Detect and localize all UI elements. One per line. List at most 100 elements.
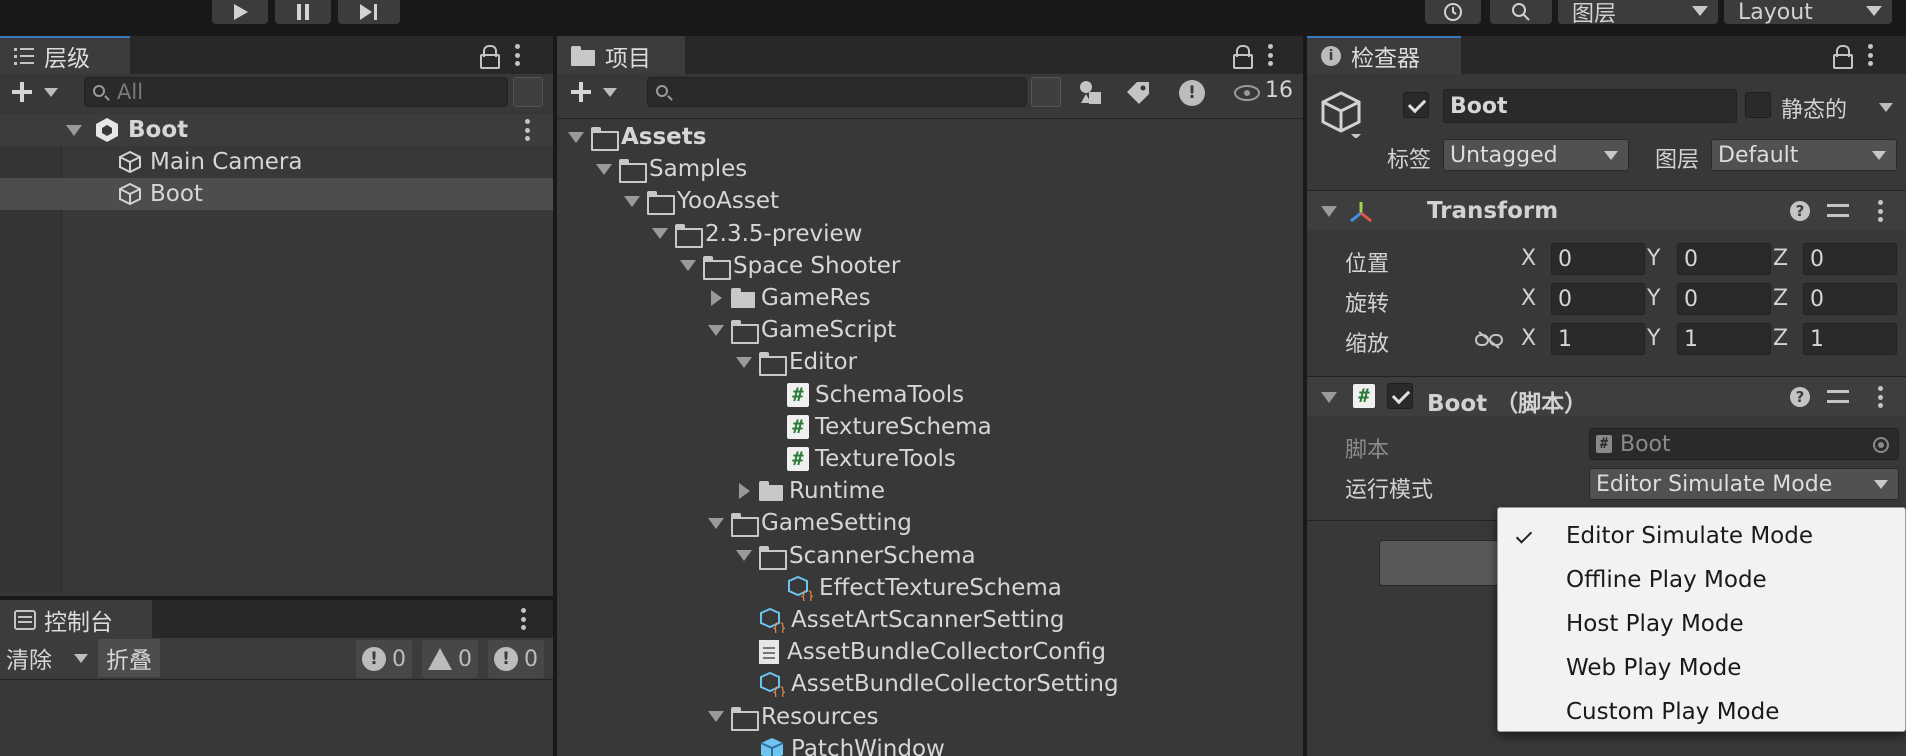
x-axis-label[interactable]: X [1521, 246, 1536, 271]
expand-arrow-icon[interactable] [593, 163, 615, 175]
expand-arrow-icon[interactable] [705, 517, 727, 529]
layout-dropdown[interactable]: Layout [1724, 0, 1892, 25]
menu-item[interactable]: Custom Play Mode [1498, 692, 1905, 732]
chevron-down-icon[interactable] [1879, 103, 1893, 112]
clear-button[interactable]: 清除 [6, 638, 52, 678]
transform-header[interactable]: Transform ? [1307, 190, 1906, 230]
rotation-y-field[interactable]: 0 [1677, 283, 1771, 315]
x-axis-label[interactable]: X [1521, 286, 1536, 311]
lock-icon[interactable] [480, 45, 500, 69]
tab-project[interactable]: 项目 [557, 36, 685, 74]
tree-item[interactable]: GameScript [705, 314, 896, 346]
more-options-icon[interactable] [1877, 200, 1883, 222]
expand-arrow-icon[interactable] [565, 131, 587, 143]
expand-arrow-icon[interactable] [705, 711, 727, 723]
warning-count-toggle[interactable]: 0 [422, 640, 478, 678]
y-axis-label[interactable]: Y [1647, 286, 1660, 311]
history-button[interactable] [1425, 0, 1481, 24]
more-options-icon[interactable] [1267, 44, 1273, 66]
expand-arrow-icon[interactable] [1321, 206, 1337, 217]
tree-item[interactable]: {} EffectTextureSchema [761, 572, 1062, 604]
expand-arrow-icon[interactable] [733, 356, 755, 368]
scale-y-field[interactable]: 1 [1677, 323, 1771, 355]
position-z-field[interactable]: 0 [1803, 243, 1897, 275]
tree-item[interactable]: {} AssetArtScannerSetting [733, 604, 1065, 636]
tag-dropdown[interactable]: Untagged [1443, 139, 1629, 171]
add-object-button[interactable] [12, 82, 32, 102]
presets-icon[interactable] [1827, 387, 1849, 407]
expand-arrow-icon[interactable] [621, 195, 643, 207]
tree-item[interactable]: Samples [593, 153, 747, 185]
tree-item[interactable]: AssetBundleCollectorConfig [733, 636, 1106, 668]
info-count-toggle[interactable]: ! 0 [356, 640, 412, 678]
chevron-down-icon[interactable] [44, 88, 58, 97]
object-name-field[interactable]: Boot [1443, 89, 1737, 123]
pause-button[interactable] [275, 0, 331, 24]
menu-item[interactable]: Offline Play Mode [1498, 560, 1905, 600]
tab-hierarchy[interactable]: 层级 [0, 36, 130, 74]
rotation-z-field[interactable]: 0 [1803, 283, 1897, 315]
tree-item[interactable]: # SchemaTools [761, 379, 964, 411]
tab-inspector[interactable]: i 检查器 [1307, 36, 1461, 74]
scene-row[interactable]: Boot [0, 114, 553, 146]
scale-z-field[interactable]: 1 [1803, 323, 1897, 355]
link-icon[interactable] [1475, 331, 1503, 349]
expand-arrow-icon[interactable] [1321, 392, 1337, 403]
list-item-selected[interactable]: Boot [0, 178, 553, 210]
help-icon[interactable]: ? [1790, 201, 1810, 221]
menu-item[interactable]: Web Play Mode [1498, 648, 1905, 688]
tree-item[interactable]: Assets [565, 121, 706, 153]
tree-item[interactable]: GameSetting [705, 507, 912, 539]
z-axis-label[interactable]: Z [1773, 326, 1788, 351]
scale-x-field[interactable]: 1 [1551, 323, 1645, 355]
expand-arrow-icon[interactable] [677, 260, 699, 272]
layer-dropdown[interactable]: Default [1711, 139, 1897, 171]
tree-item[interactable]: 2.3.5-preview [649, 218, 863, 250]
tree-item[interactable]: Runtime [733, 475, 885, 507]
chevron-down-icon[interactable] [74, 654, 88, 663]
menu-item[interactable]: Editor Simulate Mode [1498, 516, 1905, 556]
rotation-x-field[interactable]: 0 [1551, 283, 1645, 315]
z-axis-label[interactable]: Z [1773, 286, 1788, 311]
tab-console[interactable]: 控制台 [0, 600, 152, 638]
tree-item[interactable]: # TextureSchema [761, 411, 992, 443]
static-checkbox[interactable] [1745, 92, 1771, 118]
active-checkbox[interactable] [1403, 92, 1429, 118]
search-button[interactable] [1490, 0, 1552, 24]
create-asset-button[interactable] [571, 82, 591, 102]
chevron-down-icon[interactable] [603, 88, 617, 97]
step-button[interactable] [338, 0, 400, 24]
play-mode-dropdown[interactable]: Editor Simulate Mode [1589, 468, 1899, 500]
presets-icon[interactable] [1827, 201, 1849, 221]
collapse-arrow-icon[interactable] [705, 290, 727, 306]
eye-icon[interactable] [1233, 82, 1261, 104]
project-search-input[interactable] [647, 77, 1027, 107]
list-item[interactable]: Main Camera [0, 146, 553, 178]
gameobject-icon[interactable] [1321, 90, 1365, 138]
tree-item[interactable]: Editor [733, 346, 857, 378]
more-options-icon[interactable] [1867, 44, 1873, 66]
y-axis-label[interactable]: Y [1647, 326, 1660, 351]
more-options-icon[interactable] [524, 119, 530, 141]
position-x-field[interactable]: 0 [1551, 243, 1645, 275]
scene-visibility-button[interactable] [513, 77, 543, 107]
warning-filter-icon[interactable]: ! [1179, 80, 1205, 106]
expand-arrow-icon[interactable] [649, 228, 671, 240]
script-component-header[interactable]: # Boot （脚本） ? [1307, 376, 1906, 417]
tree-item[interactable]: Resources [705, 701, 878, 733]
z-axis-label[interactable]: Z [1773, 246, 1788, 271]
more-options-icon[interactable] [1877, 386, 1883, 408]
filter-by-type-icon[interactable] [1077, 79, 1105, 107]
play-button[interactable] [212, 0, 268, 24]
tree-item[interactable]: YooAsset [621, 185, 779, 217]
x-axis-label[interactable]: X [1521, 326, 1536, 351]
expand-arrow-icon[interactable] [66, 124, 82, 136]
more-options-icon[interactable] [514, 44, 520, 66]
search-by-type-button[interactable] [1031, 77, 1061, 107]
lock-icon[interactable] [1833, 45, 1853, 69]
menu-item[interactable]: Host Play Mode [1498, 604, 1905, 644]
tree-item[interactable]: {} AssetBundleCollectorSetting [733, 668, 1119, 700]
tree-item[interactable]: PatchWindow [733, 733, 945, 756]
expand-arrow-icon[interactable] [733, 550, 755, 562]
component-enabled-checkbox[interactable] [1387, 383, 1413, 409]
